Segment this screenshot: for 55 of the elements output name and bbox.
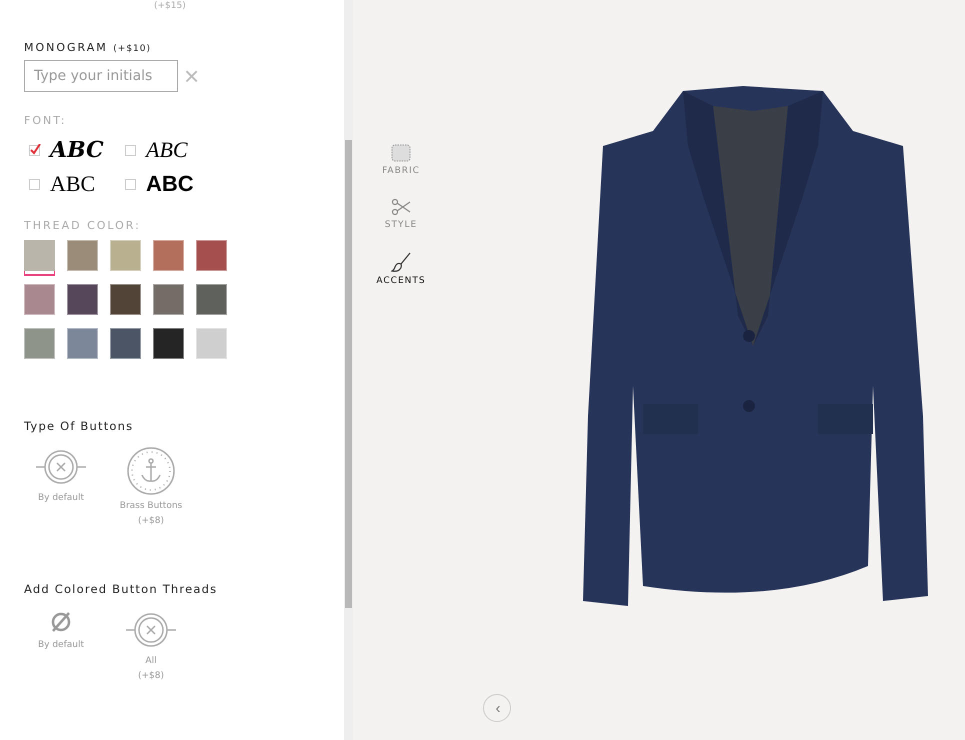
option-label: Brass Buttons bbox=[120, 501, 182, 511]
clear-button[interactable]: × bbox=[184, 63, 200, 89]
thread-swatch[interactable] bbox=[24, 328, 55, 359]
thread-swatch[interactable] bbox=[153, 328, 184, 359]
font-sample: ABC bbox=[50, 137, 104, 163]
section-title: Add Colored Button Threads bbox=[24, 582, 218, 596]
thread-swatch[interactable] bbox=[67, 284, 98, 315]
thread-swatch[interactable] bbox=[110, 240, 141, 271]
anchor-button-icon bbox=[127, 447, 175, 495]
button-option[interactable]: By default bbox=[24, 610, 98, 681]
font-option[interactable]: ABC bbox=[125, 137, 221, 163]
nav-tab[interactable]: STYLE bbox=[369, 198, 433, 230]
initials-input-field[interactable]: Type your initials bbox=[24, 60, 178, 92]
font-sample: ABC bbox=[146, 137, 188, 163]
fabric-swatch-icon bbox=[391, 144, 411, 162]
checkbox[interactable] bbox=[29, 178, 40, 190]
scissors-icon bbox=[391, 198, 411, 216]
button-option[interactable]: All (+$8) bbox=[114, 610, 188, 681]
button-option[interactable]: Brass Buttons (+$8) bbox=[114, 447, 188, 526]
collapse-button[interactable]: ‹ bbox=[483, 694, 511, 722]
thread-color-label: THREAD COLOR: bbox=[24, 219, 142, 232]
font-sample: ABC bbox=[50, 171, 96, 197]
checkbox[interactable] bbox=[125, 178, 136, 190]
thread-swatch[interactable] bbox=[110, 328, 141, 359]
checkbox[interactable] bbox=[29, 144, 40, 156]
thread-swatch[interactable] bbox=[196, 240, 227, 271]
section-title: MONOGRAM (+$10) bbox=[24, 41, 152, 54]
option-price: (+$8) bbox=[138, 671, 164, 681]
thread-swatch[interactable] bbox=[153, 240, 184, 271]
option-label: By default bbox=[38, 640, 84, 650]
option-price: (+$8) bbox=[138, 516, 164, 526]
scrollbar-thumb[interactable] bbox=[345, 140, 352, 608]
thread-swatch[interactable] bbox=[24, 284, 55, 315]
section-title: Type Of Buttons bbox=[24, 419, 134, 433]
button-option[interactable]: By default bbox=[24, 447, 98, 526]
font-label: FONT: bbox=[24, 114, 68, 127]
thread-swatch[interactable] bbox=[153, 284, 184, 315]
no-symbol-icon bbox=[49, 610, 73, 634]
thread-swatch[interactable] bbox=[67, 328, 98, 359]
font-option[interactable]: ABC bbox=[125, 171, 221, 197]
nav-tab[interactable]: ACCENTS bbox=[369, 252, 433, 286]
price-label: (+$15) bbox=[154, 1, 187, 11]
nav-tab[interactable]: FABRIC bbox=[369, 144, 433, 176]
thread-swatch[interactable] bbox=[110, 284, 141, 315]
thread-swatch[interactable] bbox=[196, 328, 227, 359]
thread-swatch[interactable] bbox=[24, 240, 55, 271]
thread-swatch[interactable] bbox=[196, 284, 227, 315]
thread-swatch[interactable] bbox=[67, 240, 98, 271]
checkbox[interactable] bbox=[125, 144, 136, 156]
font-option[interactable]: ABC bbox=[29, 137, 125, 163]
paintbrush-icon bbox=[391, 252, 411, 272]
option-label: All bbox=[145, 656, 157, 666]
font-option[interactable]: ABC bbox=[29, 171, 125, 197]
font-sample: ABC bbox=[146, 171, 194, 197]
option-label: By default bbox=[38, 493, 84, 503]
